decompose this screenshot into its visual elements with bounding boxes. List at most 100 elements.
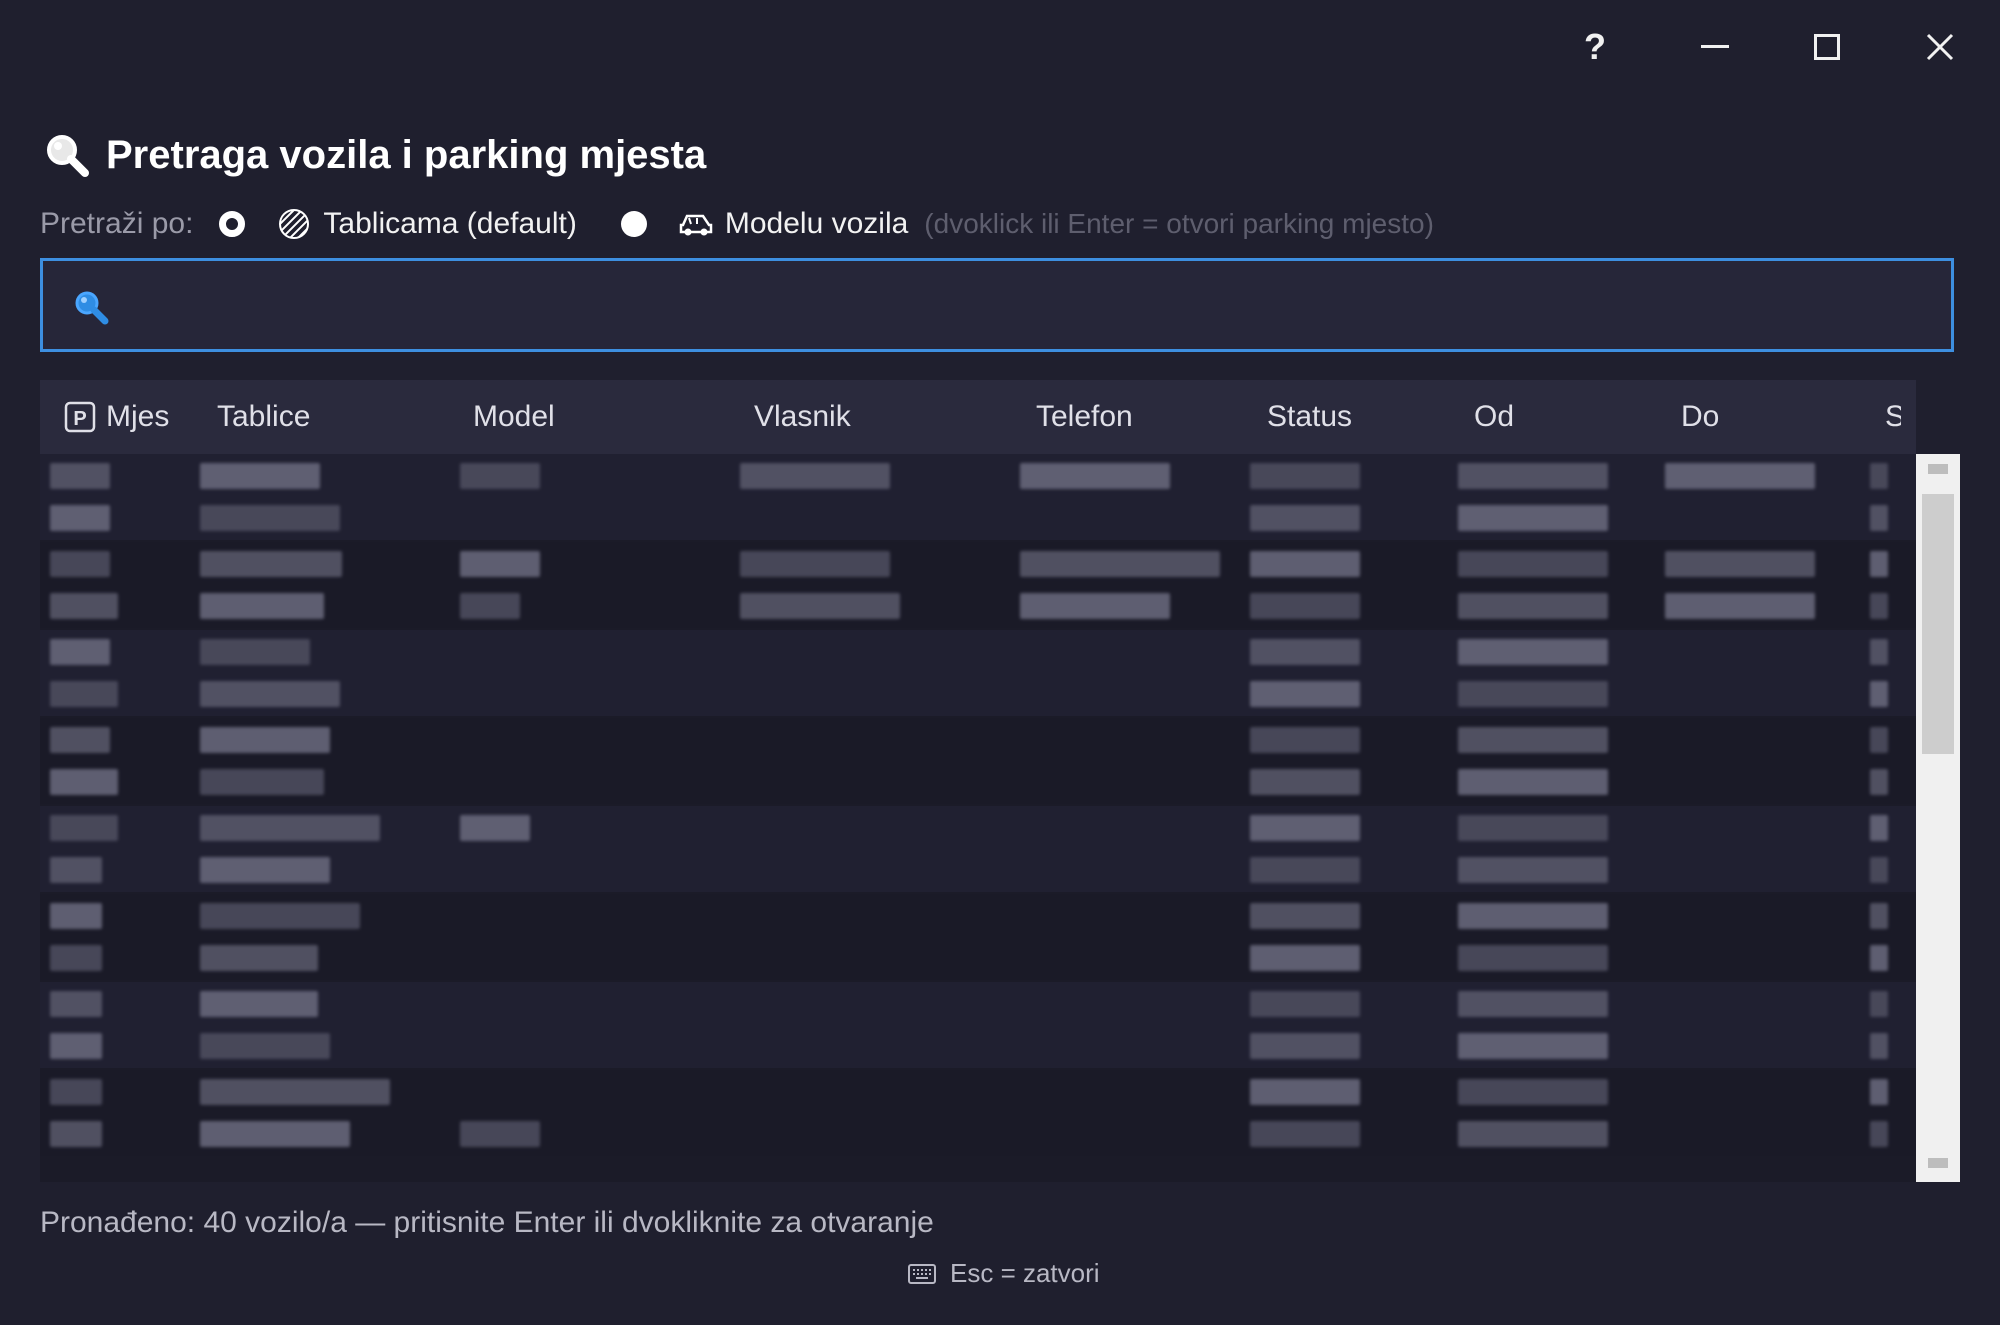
table-row[interactable]	[40, 1070, 1916, 1114]
redacted-cell	[1250, 454, 1360, 498]
redacted-block	[1250, 815, 1360, 841]
search-box[interactable]	[40, 258, 1954, 352]
table-row[interactable]	[40, 982, 1916, 1026]
table-row[interactable]	[40, 1024, 1916, 1068]
redacted-block	[1458, 681, 1608, 707]
redacted-cell	[200, 982, 318, 1026]
radio-plates-label: Tablicama (default)	[323, 207, 577, 240]
scrollbar-thumb[interactable]	[1922, 494, 1954, 754]
redacted-cell	[1458, 584, 1608, 628]
redacted-block	[1250, 727, 1360, 753]
redacted-cell	[460, 584, 520, 628]
column-header-place[interactable]: P Mjes	[64, 380, 194, 454]
table-row[interactable]	[40, 672, 1916, 716]
redacted-cell	[1870, 806, 1888, 850]
redacted-cell	[1458, 718, 1608, 762]
radio-option-plates[interactable]: Tablicama (default)	[219, 207, 577, 241]
redacted-block	[1870, 593, 1888, 619]
redacted-block	[200, 945, 318, 971]
esc-hint-label: Esc = zatvori	[950, 1258, 1100, 1288]
redacted-block	[1250, 551, 1360, 577]
redacted-cell	[460, 454, 540, 498]
redacted-block	[50, 903, 102, 929]
column-header-plates[interactable]: Tablice	[217, 380, 417, 454]
maximize-button[interactable]	[1792, 22, 1862, 72]
column-header-phone[interactable]: Telefon	[1036, 380, 1236, 454]
redacted-cell	[1458, 1024, 1608, 1068]
redacted-cell	[1870, 630, 1888, 674]
table-row[interactable]	[40, 1112, 1916, 1156]
column-header-owner[interactable]: Vlasnik	[754, 380, 954, 454]
redacted-cell	[1870, 718, 1888, 762]
redacted-cell	[1458, 542, 1608, 586]
column-header-status[interactable]: Status	[1267, 380, 1447, 454]
car-icon	[679, 214, 713, 236]
redacted-block	[1870, 727, 1888, 753]
table-row[interactable]	[40, 806, 1916, 850]
radio-option-model[interactable]: Modelu vozila	[620, 207, 908, 241]
radio-plates[interactable]	[219, 211, 246, 237]
table-row[interactable]	[40, 936, 1916, 980]
vertical-scrollbar[interactable]	[1916, 454, 1960, 1182]
table-row[interactable]	[40, 496, 1916, 540]
redacted-cell	[200, 1024, 330, 1068]
redacted-block	[200, 991, 318, 1017]
redacted-cell	[200, 848, 330, 892]
redacted-block	[50, 639, 110, 665]
scroll-up-arrow[interactable]	[1928, 464, 1948, 474]
redacted-cell	[1870, 936, 1888, 980]
redacted-block	[1458, 727, 1608, 753]
close-button[interactable]	[1905, 22, 1975, 72]
table-row[interactable]	[40, 542, 1916, 586]
redacted-cell	[50, 1024, 102, 1068]
redacted-cell	[200, 630, 310, 674]
table-row[interactable]	[40, 718, 1916, 762]
radio-model[interactable]	[620, 211, 647, 237]
table-row[interactable]	[40, 630, 1916, 674]
redacted-cell	[1870, 848, 1888, 892]
redacted-cell	[1250, 982, 1360, 1026]
redacted-cell	[50, 718, 110, 762]
scroll-down-arrow[interactable]	[1928, 1158, 1948, 1168]
minimize-button[interactable]	[1680, 22, 1750, 72]
redacted-block	[200, 727, 330, 753]
redacted-cell	[50, 584, 118, 628]
redacted-block	[1870, 639, 1888, 665]
column-header-from[interactable]: Od	[1474, 380, 1654, 454]
table-row[interactable]	[40, 760, 1916, 804]
magnifier-icon	[47, 135, 89, 177]
redacted-cell	[1870, 982, 1888, 1026]
redacted-cell	[50, 672, 118, 716]
search-mode-label: Pretraži po:	[40, 207, 194, 240]
table-row[interactable]	[40, 584, 1916, 628]
svg-text:P: P	[73, 408, 86, 430]
redacted-block	[200, 1079, 390, 1105]
redacted-cell	[460, 1112, 540, 1156]
redacted-cell	[50, 1112, 102, 1156]
redacted-cell	[50, 542, 110, 586]
help-button[interactable]: ?	[1560, 22, 1630, 72]
redacted-block	[200, 857, 330, 883]
redacted-block	[1250, 991, 1360, 1017]
redacted-cell	[1020, 454, 1170, 498]
redacted-cell	[200, 672, 340, 716]
redacted-cell	[1870, 454, 1888, 498]
column-header-model[interactable]: Model	[473, 380, 673, 454]
search-input[interactable]	[133, 281, 1917, 333]
table-row[interactable]	[40, 454, 1916, 498]
redacted-cell	[1870, 1070, 1888, 1114]
redacted-block	[1870, 1121, 1888, 1147]
redacted-cell	[50, 894, 102, 938]
column-header-to[interactable]: Do	[1681, 380, 1861, 454]
help-icon: ?	[1584, 26, 1606, 67]
redacted-cell	[1665, 454, 1815, 498]
redacted-cell	[460, 806, 530, 850]
column-header-s[interactable]: S	[1885, 380, 1901, 454]
table-row[interactable]	[40, 894, 1916, 938]
redacted-block	[1458, 815, 1608, 841]
table-row[interactable]	[40, 848, 1916, 892]
close-icon	[1926, 33, 1954, 61]
redacted-cell	[1250, 672, 1360, 716]
results-status: Pronađeno: 40 vozilo/a — pritisnite Ente…	[40, 1206, 934, 1239]
redacted-block	[50, 769, 118, 795]
